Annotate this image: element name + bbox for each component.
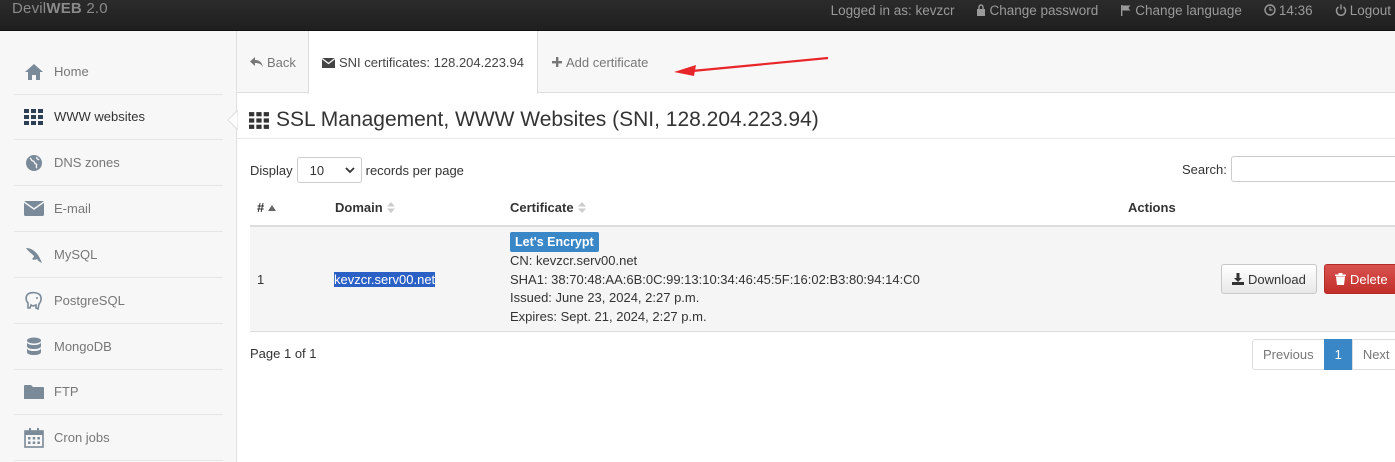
length-control: Display 10 records per page <box>250 157 464 183</box>
envelope-icon <box>322 57 335 68</box>
page-info: Page 1 of 1 <box>250 346 317 361</box>
brand-logo[interactable]: DevilWEB 2.0 <box>12 0 108 17</box>
grid-icon <box>23 106 45 128</box>
sidebar-item-postgresql[interactable]: PostgreSQL <box>14 278 223 324</box>
records-label: records per page <box>365 162 464 178</box>
folder-icon <box>23 381 45 403</box>
sort-icon <box>386 202 395 213</box>
calendar-icon <box>23 427 45 449</box>
sidebar-item-label: PostgreSQL <box>54 293 125 308</box>
sidebar-item-label: FTP <box>54 384 79 399</box>
top-navbar: DevilWEB 2.0 Logged in as: kevzcr Change… <box>0 0 1395 31</box>
previous-page-button[interactable]: Previous <box>1252 339 1325 370</box>
row-number: 1 <box>257 272 265 287</box>
sidebar-item-cron-jobs[interactable]: Cron jobs <box>14 415 223 461</box>
reply-arrow-icon <box>250 56 263 67</box>
clock-icon <box>1264 4 1276 16</box>
next-page-button[interactable]: Next <box>1351 339 1395 370</box>
logout-link[interactable]: Logout <box>1335 3 1391 18</box>
elephant-icon <box>23 290 45 312</box>
download-icon <box>1232 273 1244 285</box>
page-title: SSL Management, WWW Websites (SNI, 128.2… <box>249 108 819 132</box>
clock-display: 14:36 <box>1264 3 1313 18</box>
issuer-badge: Let's Encrypt <box>510 232 599 252</box>
back-tab[interactable]: Back <box>237 31 309 93</box>
page-1-button[interactable]: 1 <box>1323 339 1353 370</box>
change-language-link[interactable]: Change language <box>1120 3 1242 18</box>
sidebar-item-label: WWW websites <box>54 109 145 124</box>
grid-icon <box>249 111 269 129</box>
column-header-num[interactable]: # <box>257 200 277 215</box>
sidebar-item-ftp[interactable]: FTP <box>14 369 223 415</box>
search-input[interactable] <box>1230 156 1395 182</box>
active-item-notch <box>227 110 238 130</box>
sidebar-item-label: E-mail <box>54 201 91 216</box>
plus-icon <box>552 57 562 67</box>
column-header-domain[interactable]: Domain <box>335 200 395 215</box>
sidebar-item-email[interactable]: E-mail <box>14 186 223 232</box>
divider <box>237 138 1395 139</box>
logged-in-label: Logged in as: kevzcr <box>830 2 955 18</box>
sidebar-item-label: Home <box>54 64 89 79</box>
chevron-down-icon <box>344 166 355 173</box>
records-per-page-select[interactable]: 10 <box>296 157 362 183</box>
cert-sha1: SHA1: 38:70:48:AA:6B:0C:99:13:10:34:46:4… <box>510 272 920 287</box>
dolphin-icon <box>23 244 45 266</box>
lock-icon <box>977 4 986 16</box>
sidebar-item-label: MongoDB <box>54 339 112 354</box>
sidebar-item-home[interactable]: Home <box>14 49 223 95</box>
column-header-certificate[interactable]: Certificate <box>510 200 586 215</box>
cert-expires: Expires: Sept. 21, 2024, 2:27 p.m. <box>510 309 707 324</box>
pagination: Previous 1 Next <box>1252 339 1395 370</box>
globe-icon <box>23 152 45 174</box>
sort-asc-icon <box>268 204 277 211</box>
database-icon <box>23 336 45 358</box>
sidebar-item-label: Cron jobs <box>54 430 110 445</box>
sidebar: Home WWW websites DNS zones E-mail MySQL… <box>0 31 238 462</box>
sidebar-item-mysql[interactable]: MySQL <box>14 232 223 278</box>
home-icon <box>23 61 45 83</box>
change-password-link[interactable]: Change password <box>976 3 1098 18</box>
sidebar-item-label: MySQL <box>54 247 98 262</box>
column-header-actions: Actions <box>1128 200 1176 215</box>
envelope-icon <box>23 198 45 220</box>
tab-add-certificate[interactable]: Add certificate <box>539 31 661 93</box>
cert-cn: CN: kevzcr.serv00.net <box>510 253 638 268</box>
delete-button[interactable]: Delete <box>1324 264 1395 294</box>
sidebar-item-dns-zones[interactable]: DNS zones <box>14 140 223 186</box>
annotation-arrow <box>674 56 829 76</box>
flag-icon <box>1121 5 1131 16</box>
power-icon <box>1335 4 1346 16</box>
download-button[interactable]: Download <box>1221 264 1317 294</box>
sidebar-item-mongodb[interactable]: MongoDB <box>14 324 223 370</box>
trash-icon <box>1335 273 1346 285</box>
cert-issued: Issued: June 23, 2024, 2:27 p.m. <box>510 290 700 305</box>
search-label: Search: <box>1182 161 1227 177</box>
sidebar-item-www-websites[interactable]: WWW websites <box>14 94 223 140</box>
sort-icon <box>577 202 586 213</box>
display-label: Display <box>250 162 293 178</box>
sidebar-item-label: DNS zones <box>54 155 120 170</box>
row-domain[interactable]: kevzcr.serv00.net <box>334 272 436 287</box>
search-control: Search: <box>1182 156 1395 182</box>
top-nav: Logged in as: kevzcr Change password Cha… <box>831 0 1395 20</box>
tab-sni-certificates[interactable]: SNI certificates: 128.204.223.94 <box>308 31 539 94</box>
